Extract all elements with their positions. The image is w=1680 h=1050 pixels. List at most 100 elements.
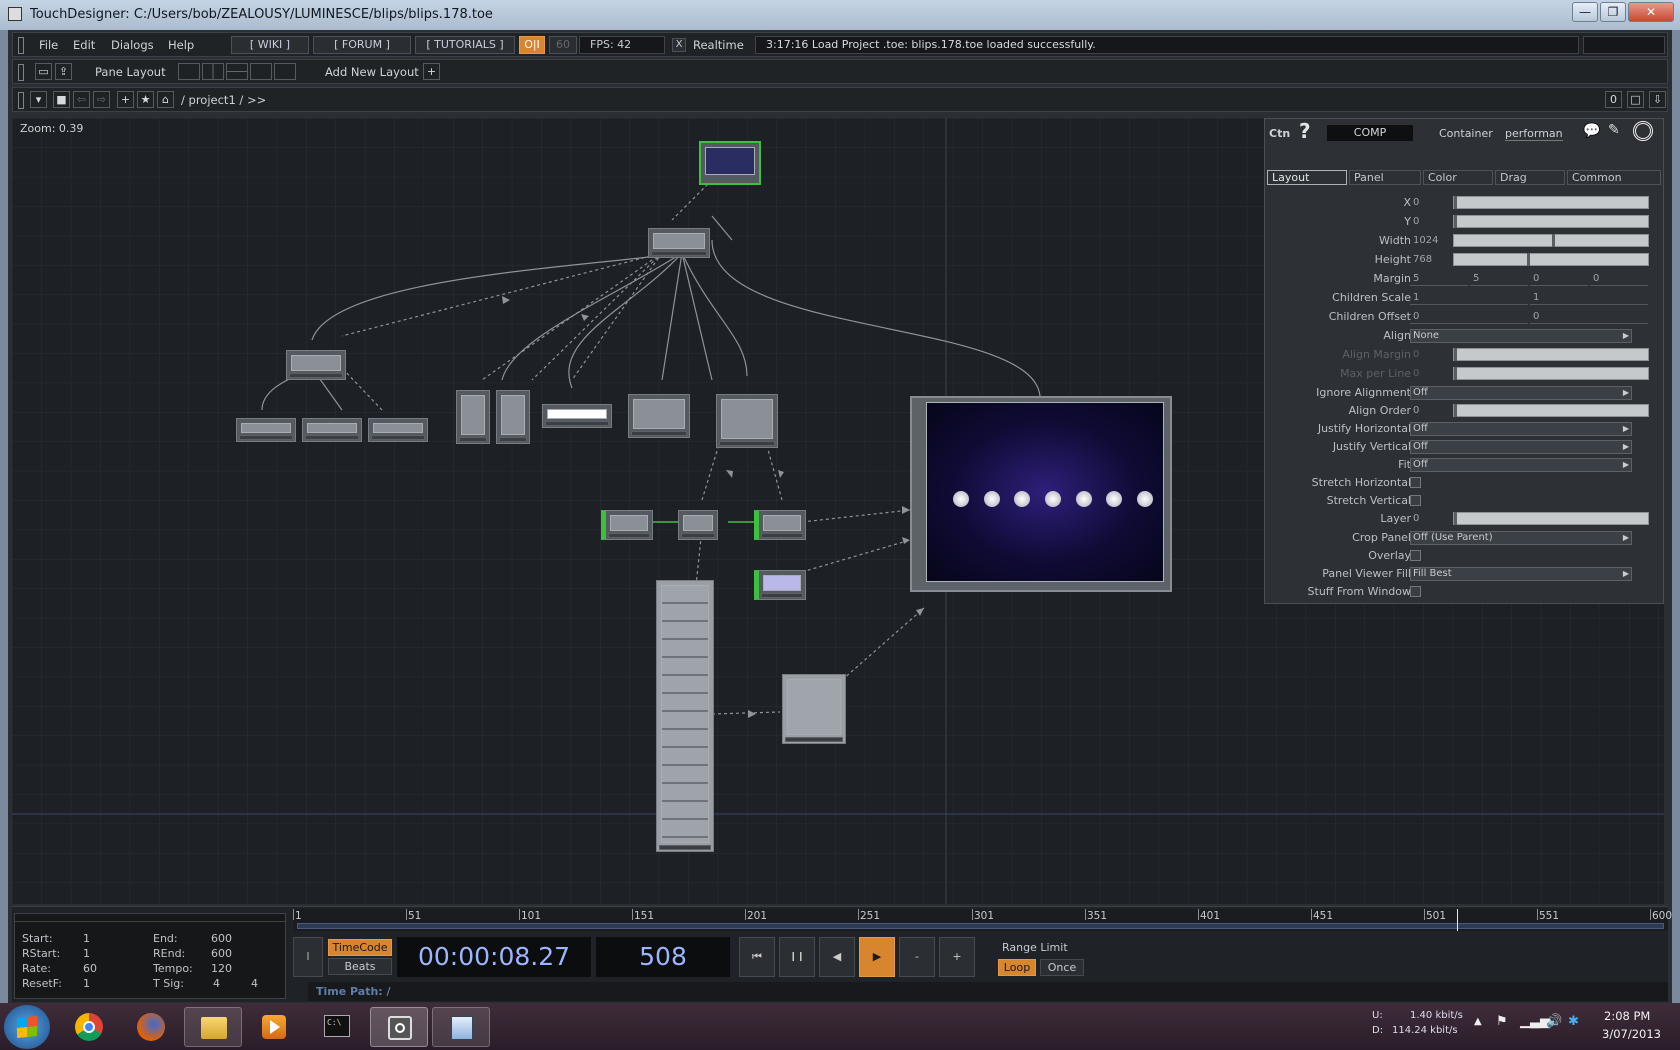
rstart-value[interactable]: 1 — [83, 947, 90, 960]
perform-mode-toggle[interactable]: O|I — [519, 36, 545, 54]
tab-drag[interactable]: Drag — [1495, 170, 1565, 185]
pane-id-button[interactable]: 0 — [1605, 91, 1622, 108]
tray-expand-icon[interactable]: ▲ — [1474, 1016, 1482, 1027]
comp-node[interactable] — [302, 418, 362, 442]
param-y-slider[interactable] — [1453, 215, 1649, 228]
param-stretch-horizontal-checkbox[interactable] — [1410, 477, 1421, 488]
help-icon[interactable]: ? — [1299, 119, 1311, 143]
cmd-icon[interactable]: C:\ — [308, 1007, 366, 1047]
tab-layout[interactable]: Layout — [1267, 170, 1347, 185]
target-icon[interactable] — [1633, 121, 1653, 141]
param-height-value[interactable]: 768 — [1410, 253, 1450, 267]
beats-toggle[interactable]: Beats — [328, 958, 392, 975]
menu-dialogs[interactable]: Dialogs — [111, 33, 154, 57]
layout-split-horizontal-button[interactable] — [226, 63, 248, 80]
param-x-slider[interactable] — [1453, 196, 1649, 209]
param-panel-viewer-fill-menu[interactable]: Fill Best ▶ — [1410, 567, 1632, 581]
export-icon[interactable]: ⇪ — [55, 63, 72, 80]
forward-arrow-icon[interactable]: ⇨ — [93, 91, 110, 108]
add-icon[interactable]: + — [117, 91, 134, 108]
param-margin-bottom[interactable]: 0 — [1530, 272, 1588, 286]
chrome-icon[interactable] — [60, 1007, 118, 1047]
security-icon[interactable]: ✱ — [1568, 1014, 1579, 1029]
rewind-button[interactable]: ⏮ — [739, 937, 775, 977]
param-y-value[interactable]: 0 — [1410, 215, 1450, 229]
comp-node-green[interactable] — [601, 510, 653, 540]
param-justify-vertical-menu[interactable]: Off ▶ — [1410, 440, 1632, 454]
image-icon[interactable]: ▭ — [35, 63, 52, 80]
bar-handle[interactable] — [18, 92, 24, 109]
param-stuff-from-window-checkbox[interactable] — [1410, 586, 1421, 597]
comp-node[interactable] — [648, 228, 710, 258]
touchdesigner-taskbar-icon[interactable] — [370, 1007, 428, 1047]
clock-time[interactable]: 2:08 PM — [1604, 1009, 1650, 1023]
rend-value[interactable]: 600 — [211, 947, 232, 960]
pane-maximize-button[interactable]: □ — [1627, 91, 1644, 108]
resetf-value[interactable]: 1 — [83, 977, 90, 990]
param-width-slider[interactable] — [1453, 234, 1649, 247]
param-ignore-alignment-menu[interactable]: Off ▶ — [1410, 386, 1632, 400]
step-back-button[interactable]: ◀ — [819, 937, 855, 977]
param-margin-top[interactable]: 0 — [1590, 272, 1648, 286]
chevron-down-icon[interactable]: ▾ — [30, 91, 47, 108]
tab-panel[interactable]: Panel — [1349, 170, 1421, 185]
root-container-node[interactable] — [699, 141, 761, 185]
timecode-display[interactable]: 00:00:08.27 — [397, 937, 591, 977]
param-x-value[interactable]: 0 — [1410, 196, 1450, 210]
param-children-scale-y[interactable]: 1 — [1530, 291, 1648, 305]
wiki-link[interactable]: [ WIKI ] — [231, 36, 309, 54]
stop-icon[interactable]: ■ — [53, 91, 70, 108]
flag-icon[interactable]: ⚑ — [1496, 1014, 1508, 1029]
param-stretch-vertical-checkbox[interactable] — [1410, 495, 1421, 506]
param-children-offset-x[interactable]: 0 — [1410, 310, 1528, 324]
back-arrow-icon[interactable]: ⇦ — [73, 91, 90, 108]
windows-start-button[interactable] — [4, 1005, 50, 1049]
paint-icon[interactable] — [432, 1007, 490, 1047]
layout-single-button[interactable] — [178, 63, 200, 80]
maximize-button[interactable]: ❐ — [1600, 2, 1626, 22]
tempo-value[interactable]: 120 — [211, 962, 232, 975]
comp-node-green[interactable] — [754, 570, 806, 600]
title-bar[interactable]: TouchDesigner: C:/Users/bob/ZEALOUSY/LUM… — [0, 0, 1680, 30]
table-dat-node[interactable] — [656, 580, 714, 852]
layout-four-button[interactable] — [274, 63, 296, 80]
param-margin-left[interactable]: 5 — [1410, 272, 1468, 286]
param-margin-right[interactable]: 5 — [1470, 272, 1528, 286]
pause-button[interactable]: ❙❙ — [779, 937, 815, 977]
star-icon[interactable]: ★ — [137, 91, 154, 108]
loop-button[interactable]: Loop — [998, 959, 1036, 976]
comp-node[interactable] — [286, 350, 346, 380]
menu-edit[interactable]: Edit — [73, 33, 95, 57]
timeline-ruler[interactable]: 1 51 101 151 201 251 301 351 401 451 501 551 600 — [293, 909, 1672, 931]
timeline-range-bar[interactable] — [297, 923, 1664, 929]
frame-plus-button[interactable]: + — [939, 937, 975, 977]
param-layer-value[interactable]: 0 — [1410, 512, 1450, 526]
timeline-side-button[interactable]: I — [293, 937, 323, 977]
param-align-order-value[interactable]: 0 — [1410, 404, 1450, 418]
param-justify-horizontal-menu[interactable]: Off ▶ — [1410, 422, 1632, 436]
param-align-order-slider[interactable] — [1453, 404, 1649, 417]
comp-node[interactable] — [236, 418, 296, 442]
play-button[interactable]: ▶ — [859, 937, 895, 977]
layout-three-button[interactable] — [250, 63, 272, 80]
tab-color[interactable]: Color — [1423, 170, 1493, 185]
add-layout-button[interactable]: + — [423, 63, 440, 80]
bar-handle[interactable] — [18, 64, 24, 81]
comp-node[interactable] — [678, 510, 718, 540]
table-dat-node[interactable] — [782, 674, 846, 744]
network-path[interactable]: / project1 / >> — [181, 88, 266, 112]
home-icon[interactable]: ⌂ — [157, 91, 174, 108]
add-new-layout-label[interactable]: Add New Layout — [325, 60, 419, 84]
param-children-scale-x[interactable]: 1 — [1410, 291, 1528, 305]
bar-handle[interactable] — [18, 37, 24, 54]
param-layer-slider[interactable] — [1453, 512, 1649, 525]
tsig-denominator[interactable]: 4 — [251, 977, 258, 990]
timecode-toggle[interactable]: TimeCode — [328, 939, 392, 956]
explorer-icon[interactable] — [184, 1007, 242, 1047]
param-height-slider[interactable] — [1453, 253, 1649, 266]
volume-icon[interactable]: 🔊 — [1546, 1014, 1562, 1029]
fps-cap[interactable]: 60 — [549, 36, 577, 54]
end-value[interactable]: 600 — [211, 932, 232, 945]
once-button[interactable]: Once — [1040, 959, 1084, 976]
firefox-icon[interactable] — [122, 1007, 180, 1047]
